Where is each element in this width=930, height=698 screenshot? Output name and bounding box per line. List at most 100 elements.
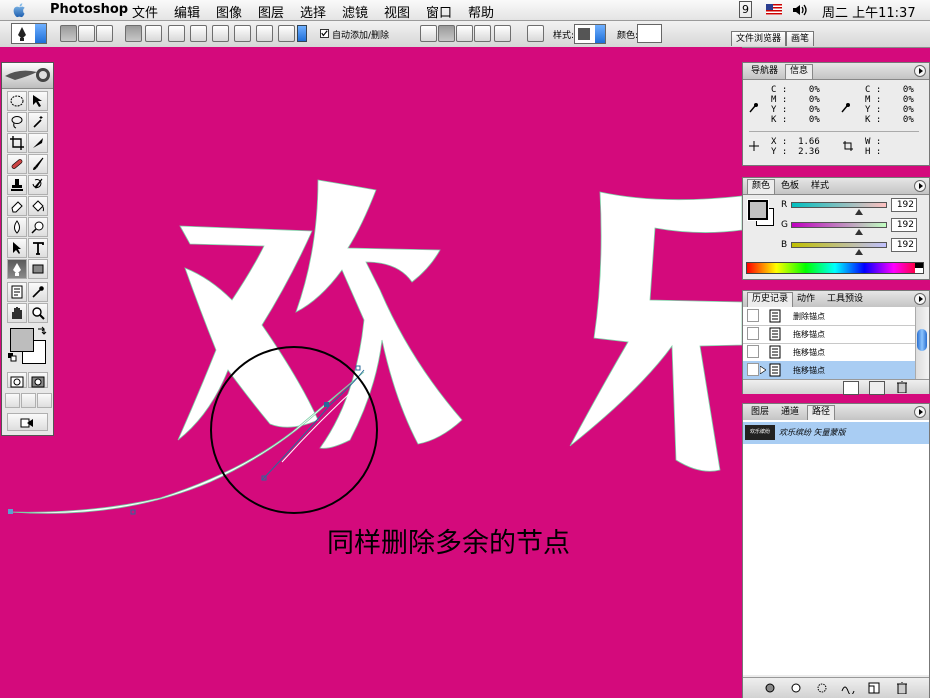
panel-menu-button[interactable] bbox=[914, 293, 926, 305]
eyedropper-tool[interactable] bbox=[28, 282, 48, 302]
rectangle-tool[interactable] bbox=[28, 259, 48, 279]
new-path-icon[interactable] bbox=[867, 682, 881, 694]
tab-channels[interactable]: 通道 bbox=[777, 406, 803, 420]
color-foreground-swatch[interactable] bbox=[747, 199, 769, 221]
clone-stamp-tool[interactable] bbox=[7, 175, 27, 195]
menu-select[interactable]: 选择 bbox=[300, 2, 326, 21]
swap-colors-icon[interactable] bbox=[37, 326, 47, 336]
menu-edit[interactable]: 编辑 bbox=[174, 2, 200, 21]
new-document-from-state-icon[interactable] bbox=[843, 381, 859, 395]
path-selection-tool[interactable] bbox=[7, 238, 27, 258]
stroke-path-icon[interactable] bbox=[789, 682, 803, 694]
panel-menu-button[interactable] bbox=[914, 180, 926, 192]
healing-brush-tool[interactable] bbox=[7, 154, 27, 174]
tab-swatches[interactable]: 色板 bbox=[777, 180, 803, 194]
type-tool[interactable] bbox=[28, 238, 48, 258]
b-value-field[interactable]: 192 bbox=[891, 238, 917, 252]
ellipse-shape-button[interactable] bbox=[212, 25, 229, 42]
tab-paths[interactable]: 路径 bbox=[807, 405, 836, 420]
tab-color[interactable]: 颜色 bbox=[747, 179, 776, 194]
color-swatch[interactable] bbox=[637, 24, 662, 43]
path-add-button[interactable] bbox=[420, 25, 437, 42]
b-slider-thumb[interactable] bbox=[855, 249, 863, 255]
tab-styles[interactable]: 样式 bbox=[807, 180, 833, 194]
g-slider-thumb[interactable] bbox=[855, 229, 863, 235]
foreground-color-swatch-front[interactable] bbox=[10, 328, 34, 352]
anchor-point[interactable] bbox=[324, 402, 329, 407]
menubar-clock[interactable]: 周二 上午11:37 bbox=[822, 2, 916, 21]
menu-help[interactable]: 帮助 bbox=[468, 2, 494, 21]
hand-tool[interactable] bbox=[7, 303, 27, 323]
tab-tool-presets[interactable]: 工具预设 bbox=[823, 293, 867, 307]
link-layer-button[interactable] bbox=[494, 25, 511, 42]
screen-mode-full-menu[interactable] bbox=[21, 393, 36, 408]
g-slider[interactable] bbox=[791, 222, 887, 228]
brush-tool[interactable] bbox=[28, 154, 48, 174]
trash-icon[interactable] bbox=[895, 682, 909, 694]
line-shape-button[interactable] bbox=[256, 25, 273, 42]
script-menu-indicator[interactable]: 9 bbox=[739, 1, 752, 18]
history-item[interactable]: 拖移锚点 bbox=[743, 325, 915, 344]
history-brush-source-checkbox[interactable] bbox=[747, 345, 759, 358]
volume-icon[interactable] bbox=[792, 3, 808, 17]
tab-file-browser[interactable]: 文件浏览器 bbox=[731, 31, 787, 46]
tab-navigator[interactable]: 导航器 bbox=[747, 65, 782, 79]
history-brush-source-checkbox[interactable] bbox=[747, 327, 759, 340]
history-brush-source-checkbox[interactable] bbox=[747, 363, 759, 376]
path-intersect-button[interactable] bbox=[456, 25, 473, 42]
apple-menu-icon[interactable] bbox=[12, 2, 28, 18]
lasso-tool[interactable] bbox=[7, 112, 27, 132]
trash-icon[interactable] bbox=[895, 381, 909, 393]
tab-layers[interactable]: 图层 bbox=[747, 406, 773, 420]
rectangle-shape-button[interactable] bbox=[168, 25, 185, 42]
r-slider[interactable] bbox=[791, 202, 887, 208]
quick-mask-button[interactable] bbox=[28, 372, 48, 388]
menu-layer[interactable]: 图层 bbox=[258, 2, 284, 21]
freeform-pen-option-button[interactable] bbox=[145, 25, 162, 42]
document-canvas[interactable] bbox=[0, 47, 742, 698]
tab-info[interactable]: 信息 bbox=[785, 64, 814, 79]
b-slider[interactable] bbox=[791, 242, 887, 248]
app-name-menu[interactable]: Photoshop bbox=[50, 2, 128, 17]
zoom-tool[interactable] bbox=[28, 303, 48, 323]
g-value-field[interactable]: 192 bbox=[891, 218, 917, 232]
style-picker[interactable] bbox=[574, 24, 606, 44]
rounded-rect-shape-button[interactable] bbox=[190, 25, 207, 42]
path-subtract-button[interactable] bbox=[438, 25, 455, 42]
white-swatch[interactable] bbox=[915, 268, 923, 273]
shape-layers-button[interactable] bbox=[60, 25, 77, 42]
notes-tool[interactable] bbox=[7, 282, 27, 302]
move-tool[interactable] bbox=[28, 91, 48, 111]
history-item[interactable]: 删除锚点 bbox=[743, 307, 915, 326]
history-item[interactable]: 拖移锚点 bbox=[743, 343, 915, 362]
jump-to-imageready-button[interactable] bbox=[7, 413, 48, 431]
r-value-field[interactable]: 192 bbox=[891, 198, 917, 212]
toolbox-header[interactable] bbox=[2, 63, 53, 89]
screen-mode-full[interactable] bbox=[37, 393, 52, 408]
layer-link-icon[interactable] bbox=[527, 25, 544, 42]
panel-menu-button[interactable] bbox=[914, 65, 926, 77]
path-row-selected[interactable]: 欢乐缤纷 欢乐缤纷 矢量蒙版 bbox=[743, 422, 929, 444]
menu-file[interactable]: 文件 bbox=[132, 2, 158, 21]
work-path-from-selection-icon[interactable] bbox=[841, 682, 855, 694]
tool-preset-picker[interactable] bbox=[11, 23, 47, 44]
polygon-shape-button[interactable] bbox=[234, 25, 251, 42]
auto-add-delete-checkbox[interactable] bbox=[320, 29, 329, 38]
anchor-point[interactable] bbox=[8, 509, 13, 514]
custom-shape-button[interactable] bbox=[278, 25, 295, 42]
r-slider-thumb[interactable] bbox=[855, 209, 863, 215]
fill-pixels-button[interactable] bbox=[96, 25, 113, 42]
tab-actions[interactable]: 动作 bbox=[793, 293, 819, 307]
default-colors-icon[interactable] bbox=[8, 353, 17, 362]
us-flag-input-icon[interactable] bbox=[766, 4, 782, 15]
menu-filter[interactable]: 滤镜 bbox=[342, 2, 368, 21]
fill-path-icon[interactable] bbox=[763, 682, 777, 694]
tab-history[interactable]: 历史记录 bbox=[747, 292, 794, 307]
panel-menu-button[interactable] bbox=[914, 406, 926, 418]
new-snapshot-icon[interactable] bbox=[869, 381, 885, 395]
crop-tool[interactable] bbox=[7, 133, 27, 153]
path-as-selection-icon[interactable] bbox=[815, 682, 829, 694]
paint-bucket-tool[interactable] bbox=[28, 196, 48, 216]
menu-view[interactable]: 视图 bbox=[384, 2, 410, 21]
screen-mode-standard[interactable] bbox=[5, 393, 20, 408]
